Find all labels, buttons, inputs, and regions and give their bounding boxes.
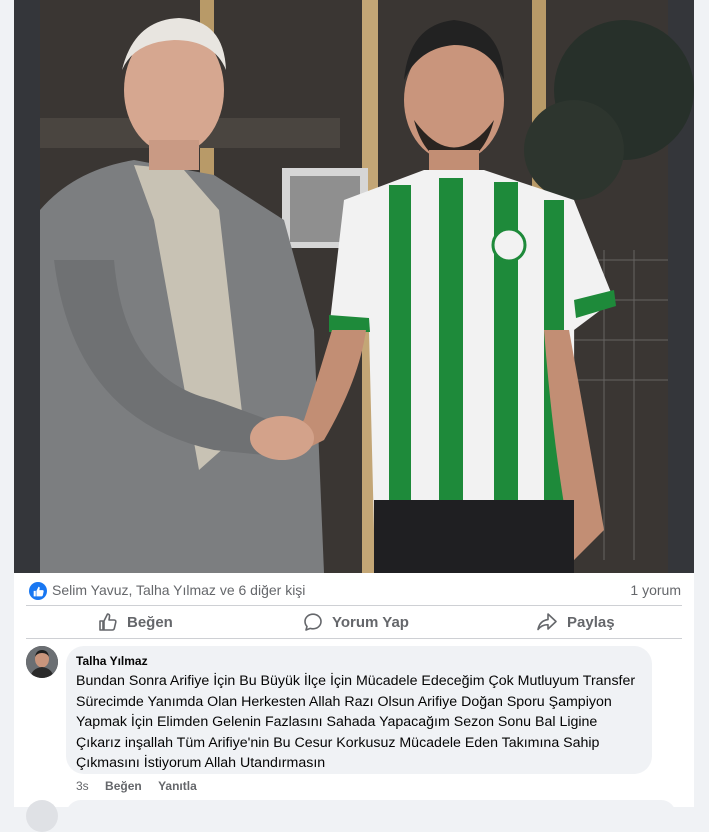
comment-button[interactable]: Yorum Yap <box>303 608 409 636</box>
divider <box>26 638 682 639</box>
share-arrow-icon <box>537 613 557 631</box>
thumbs-up-outline-icon <box>99 613 117 631</box>
avatar-image <box>26 646 58 678</box>
comment-count[interactable]: 1 yorum <box>630 582 681 598</box>
comment-bubble <box>66 800 676 830</box>
like-button[interactable]: Beğen <box>98 608 173 636</box>
comment-reply-link[interactable]: Yanıtla <box>158 779 197 793</box>
comment-like-link[interactable]: Beğen <box>105 779 142 793</box>
post-actions: Beğen Yorum Yap Paylaş <box>14 606 694 636</box>
like-button-label: Beğen <box>127 613 173 631</box>
like-reaction-icon[interactable] <box>29 582 47 600</box>
comment-bubble: Talha Yılmaz Bundan Sonra Arifiye İçin B… <box>66 646 652 774</box>
avatar <box>26 800 58 832</box>
reactors-text[interactable]: Selim Yavuz, Talha Yılmaz ve 6 diğer kiş… <box>52 582 305 598</box>
comment-author[interactable]: Talha Yılmaz <box>76 654 148 668</box>
comment-time[interactable]: 3s <box>76 779 89 793</box>
share-button[interactable]: Paylaş <box>536 608 615 636</box>
thumbs-up-icon <box>33 586 44 596</box>
comment-text: Bundan Sonra Arifiye İçin Bu Büyük İlçe … <box>76 673 636 772</box>
reactions-row: Selim Yavuz, Talha Yılmaz ve 6 diğer kiş… <box>14 573 694 607</box>
comment-button-label: Yorum Yap <box>332 613 409 631</box>
post-photo[interactable] <box>14 0 694 573</box>
share-button-label: Paylaş <box>567 613 615 631</box>
comment-bubble-icon <box>304 613 322 631</box>
post-photo-illustration <box>14 0 694 573</box>
post-card: Selim Yavuz, Talha Yılmaz ve 6 diğer kiş… <box>14 0 694 832</box>
avatar[interactable] <box>26 646 58 678</box>
comment-meta: 3s Beğen Yanıtla <box>76 779 210 793</box>
